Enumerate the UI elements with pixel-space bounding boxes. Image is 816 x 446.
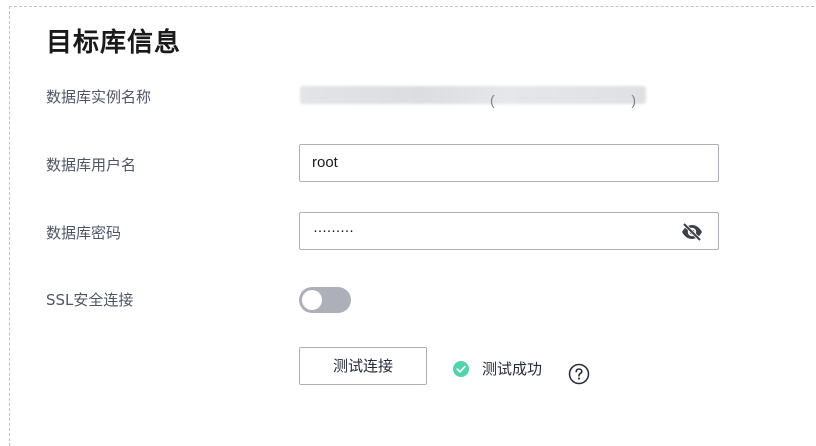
ssl-toggle-switch[interactable] — [299, 287, 351, 313]
username-label: 数据库用户名 — [46, 156, 137, 174]
question-circle-icon[interactable] — [568, 363, 590, 385]
paren-close: ) — [631, 92, 636, 108]
test-status-text: 测试成功 — [482, 360, 543, 378]
instance-name-id-redacted: ( ) — [490, 92, 640, 110]
password-label: 数据库密码 — [46, 224, 122, 242]
ssl-label: SSL安全连接 — [46, 291, 134, 309]
instance-name-label: 数据库实例名称 — [46, 88, 152, 106]
username-input[interactable]: root — [299, 144, 719, 182]
eye-off-icon[interactable] — [680, 220, 704, 244]
password-masked-value: ········· — [313, 222, 354, 239]
switch-knob — [302, 290, 322, 310]
password-input[interactable] — [299, 212, 719, 250]
test-connection-button[interactable]: 测试连接 — [299, 347, 427, 385]
paren-open: ( — [490, 92, 495, 108]
check-circle-icon — [453, 361, 469, 377]
section-title: 目标库信息 — [46, 28, 182, 58]
